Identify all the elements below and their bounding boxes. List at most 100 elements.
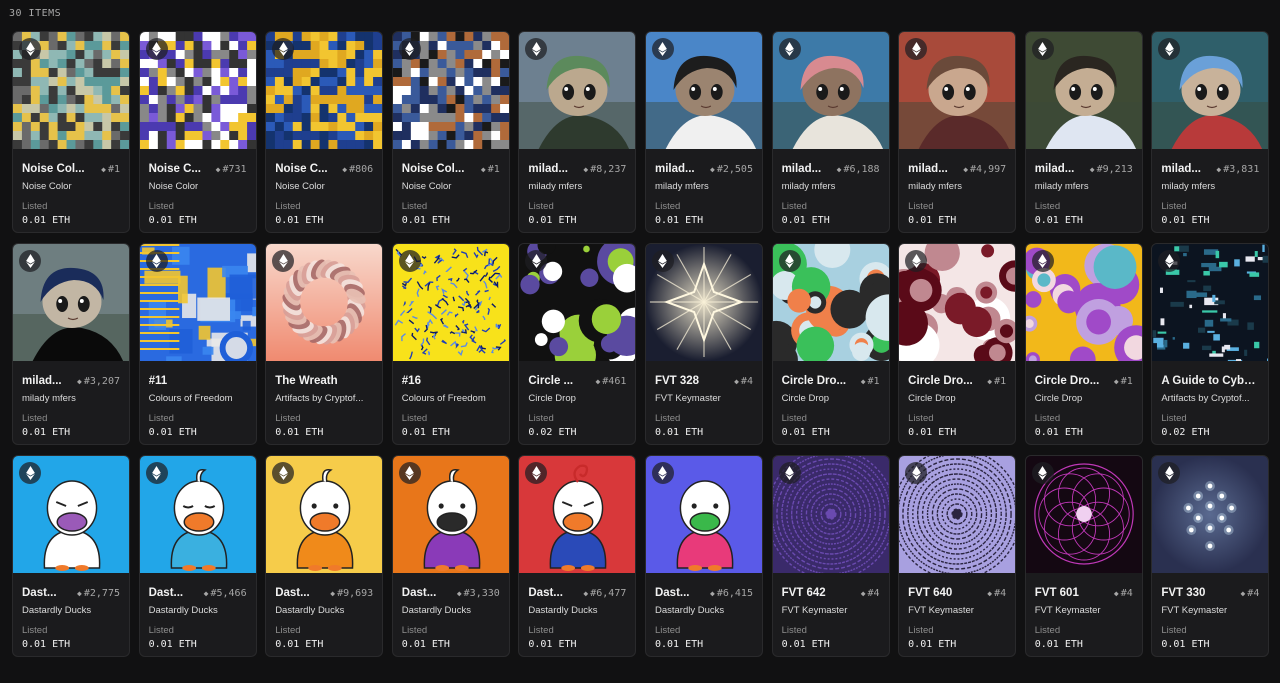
nft-card[interactable]: A Guide to Cyber... Artifacts by Cryptof.… <box>1151 243 1270 445</box>
nft-image[interactable] <box>1152 456 1269 573</box>
token-id: ◆ #1 <box>481 164 500 175</box>
diamond-icon: ◆ <box>1089 164 1095 174</box>
nft-image[interactable] <box>392 32 509 149</box>
nft-card[interactable]: milad... ◆ #9,213 milady mfers Listed 0.01 ET… <box>1024 31 1143 233</box>
nft-image[interactable] <box>519 244 636 361</box>
nft-card[interactable]: The Wreath Artifacts by Cryptof... Listed 0… <box>265 243 384 445</box>
nft-name: FVT 330 <box>1161 587 1206 599</box>
price: 0.01 ETH <box>148 215 197 226</box>
price: 0.01 ETH <box>401 639 450 650</box>
price: 0.01 ETH <box>1034 639 1083 650</box>
nft-card[interactable]: milad... ◆ #2,505 milady mfers Listed 0.01 ET… <box>644 31 763 233</box>
nft-image[interactable] <box>899 32 1016 149</box>
nft-card[interactable]: milad... ◆ #3,831 milady mfers Listed 0.01 ET… <box>1151 31 1270 233</box>
token-id: ◆ #8,237 <box>583 164 626 175</box>
nft-image[interactable] <box>266 456 383 573</box>
nft-name: Circle ... <box>528 375 574 387</box>
nft-card[interactable]: Dast... ◆ #5,466 Dastardly Ducks Listed 0.01 … <box>138 455 257 657</box>
nft-card[interactable]: FVT 640 ◆ #4 FVT Keymaster Listed 0.01 ETH <box>898 455 1017 657</box>
listing-status: Listed <box>528 413 554 424</box>
listing-status: Listed <box>401 201 428 212</box>
nft-card[interactable]: Dast... ◆ #3,330 Dastardly Ducks Listed 0.01 … <box>391 455 510 657</box>
price: 0.01 ETH <box>908 639 957 650</box>
nft-card[interactable]: milad... ◆ #6,188 milady mfers Listed 0.01 ET… <box>771 31 890 233</box>
listing-status: Listed <box>148 625 174 636</box>
ethereum-icon <box>398 250 421 272</box>
token-number: #4 <box>994 587 1007 599</box>
nft-card[interactable]: Dast... ◆ #2,775 Dastardly Ducks Listed 0.01 … <box>12 455 130 657</box>
nft-card[interactable]: #16 Colours of Freedom Listed 0.01 ETH <box>391 243 510 445</box>
nft-card[interactable]: Noise C... ◆ #731 Noise Color Listed 0.01 ETH <box>138 31 257 233</box>
nft-image[interactable] <box>645 244 762 361</box>
price: 0.01 ETH <box>148 639 197 650</box>
nft-image[interactable] <box>519 456 636 573</box>
nft-image[interactable] <box>772 32 889 149</box>
nft-image[interactable] <box>1025 244 1142 361</box>
nft-card[interactable]: Noise Col... ◆ #1 Noise Color Listed 0.01 ETH <box>12 31 130 233</box>
ethereum-icon <box>1031 462 1054 484</box>
nft-card[interactable]: Noise Col... ◆ #1 Noise Color Listed 0.01 ETH <box>391 31 510 233</box>
nft-card[interactable]: milad... ◆ #4,997 milady mfers Listed 0.01 ET… <box>898 31 1017 233</box>
nft-image[interactable] <box>139 32 256 149</box>
nft-image[interactable] <box>899 456 1016 573</box>
nft-image[interactable] <box>519 32 636 149</box>
nft-card[interactable]: FVT 330 ◆ #4 FVT Keymaster Listed 0.01 ETH <box>1151 455 1270 657</box>
nft-card[interactable]: Circle ... ◆ #461 Circle Drop Listed 0.02 ETH <box>518 243 637 445</box>
nft-image[interactable] <box>266 32 383 149</box>
nft-card[interactable]: Circle Dro... ◆ #1 Circle Drop Listed 0.01 ET… <box>771 243 890 445</box>
nft-image[interactable] <box>13 456 129 573</box>
nft-image[interactable] <box>1152 32 1269 149</box>
price: 0.01 ETH <box>908 215 957 226</box>
nft-image[interactable] <box>266 244 383 361</box>
nft-image[interactable] <box>772 456 889 573</box>
item-count: 30 ITEMS <box>9 8 62 19</box>
nft-image[interactable] <box>1025 32 1142 149</box>
token-id: ◆ #9,693 <box>330 588 373 599</box>
nft-card[interactable]: milad... ◆ #3,207 milady mfers Listed 0.01 ET… <box>12 243 130 445</box>
nft-card[interactable]: FVT 642 ◆ #4 FVT Keymaster Listed 0.01 ETH <box>771 455 890 657</box>
collection-name: Artifacts by Cryptof... <box>1161 393 1250 404</box>
diamond-icon: ◆ <box>710 164 715 174</box>
nft-image[interactable] <box>13 244 129 361</box>
nft-card[interactable]: FVT 601 ◆ #4 FVT Keymaster Listed 0.01 ETH <box>1024 455 1143 657</box>
nft-card[interactable]: Dast... ◆ #9,693 Dastardly Ducks Listed 0.01 … <box>265 455 384 657</box>
nft-card[interactable]: FVT 328 ◆ #4 FVT Keymaster Listed 0.01 ETH <box>644 243 763 445</box>
ethereum-icon <box>778 38 801 60</box>
collection-name: FVT Keymaster <box>1161 605 1228 616</box>
token-id: ◆ #3,831 <box>1216 164 1259 175</box>
nft-card[interactable]: Circle Dro... ◆ #1 Circle Drop Listed 0.01 ET… <box>898 243 1017 445</box>
price: 0.01 ETH <box>781 427 830 438</box>
token-number: #2,775 <box>83 587 120 599</box>
ethereum-icon <box>905 38 928 60</box>
nft-image[interactable] <box>1152 244 1269 361</box>
nft-card[interactable]: Dast... ◆ #6,477 Dastardly Ducks Listed 0.01 … <box>518 455 637 657</box>
token-number: #8,237 <box>590 163 627 175</box>
nft-name: Dast... <box>401 587 437 599</box>
nft-card[interactable]: #11 Colours of Freedom Listed 0.01 ETH <box>138 243 257 445</box>
nft-image[interactable] <box>645 32 762 149</box>
nft-image[interactable] <box>1025 456 1142 573</box>
nft-card[interactable]: Noise C... ◆ #806 Noise Color Listed 0.01 ETH <box>265 31 384 233</box>
nft-card[interactable]: Dast... ◆ #6,415 Dastardly Ducks Listed 0.01 … <box>644 455 763 657</box>
nft-image[interactable] <box>899 244 1016 361</box>
nft-name: #16 <box>401 375 421 387</box>
nft-image[interactable] <box>13 32 129 149</box>
listing-status: Listed <box>781 201 807 212</box>
nft-image[interactable] <box>645 456 762 573</box>
nft-name: FVT 640 <box>908 587 953 599</box>
collection-name: milady mfers <box>908 181 962 192</box>
nft-card[interactable]: milad... ◆ #8,237 milady mfers Listed 0.01 ET… <box>518 31 637 233</box>
nft-image[interactable] <box>772 244 889 361</box>
diamond-icon: ◆ <box>1113 376 1119 386</box>
nft-name: Noise Col... <box>401 163 465 175</box>
nft-image[interactable] <box>139 456 256 573</box>
token-id: ◆ #806 <box>342 164 373 175</box>
nft-image[interactable] <box>139 244 256 361</box>
collection-name: Noise Color <box>148 181 199 192</box>
token-number: #4 <box>740 375 753 387</box>
collection-name: milady mfers <box>781 181 836 192</box>
nft-card[interactable]: Circle Dro... ◆ #1 Circle Drop Listed 0.01 ET… <box>1024 243 1143 445</box>
collection-name: Dastardly Ducks <box>528 605 598 616</box>
nft-image[interactable] <box>392 244 509 361</box>
nft-image[interactable] <box>392 456 509 573</box>
